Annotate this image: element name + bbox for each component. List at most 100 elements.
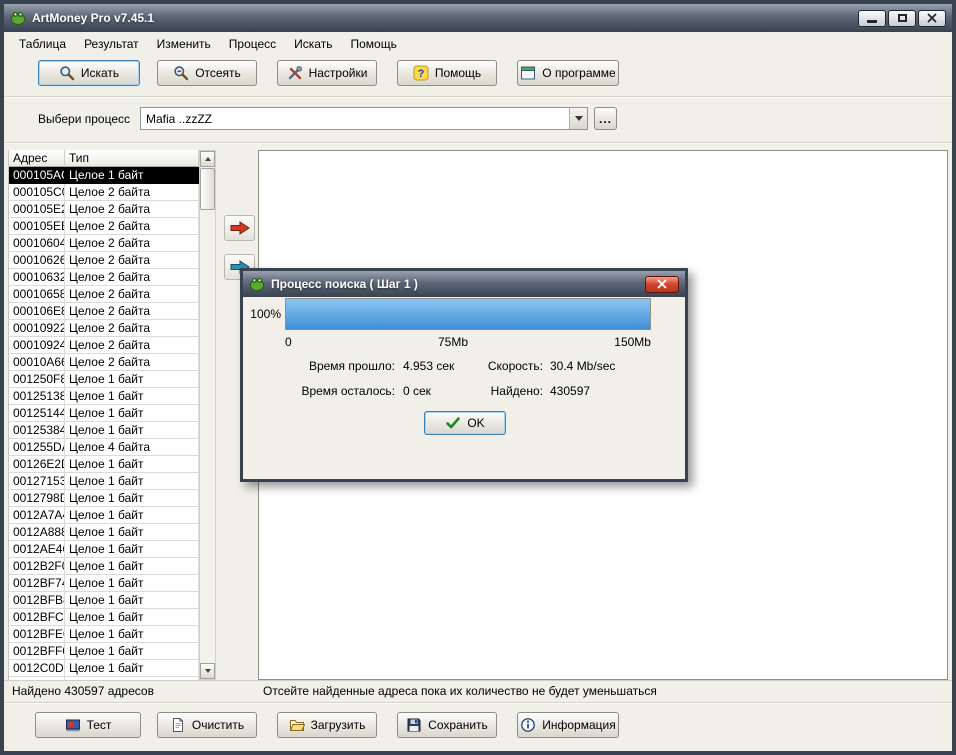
header-address[interactable]: Адрес — [9, 150, 65, 167]
table-row[interactable]: 00010626Целое 2 байта — [9, 252, 199, 269]
move-to-table-button[interactable] — [224, 215, 255, 241]
table-row[interactable]: 000105ACЦелое 1 байт — [9, 167, 199, 184]
speed-value: 30.4 Mb/sec — [550, 359, 615, 373]
row-type: Целое 1 байт — [65, 388, 199, 405]
process-browse-button[interactable]: ... — [594, 107, 617, 130]
load-button[interactable]: Загрузить — [277, 712, 377, 738]
scroll-up-button[interactable] — [200, 151, 215, 167]
help-button[interactable]: ? Помощь — [397, 60, 497, 86]
search-button[interactable]: Искать — [38, 60, 140, 86]
row-type: Целое 1 байт — [65, 490, 199, 507]
table-row[interactable]: 0012A888Целое 1 байт — [9, 524, 199, 541]
menu-result[interactable]: Результат — [75, 34, 148, 54]
table-row[interactable]: 001255DAЦелое 4 байта — [9, 439, 199, 456]
information-button-label: Информация — [542, 718, 615, 732]
row-type: Целое 2 байта — [65, 252, 199, 269]
row-address: 0012BF74 — [9, 575, 65, 592]
table-row[interactable]: 00126E2DЦелое 1 байт — [9, 456, 199, 473]
clear-icon — [170, 717, 186, 733]
table-row[interactable]: 00010604Целое 2 байта — [9, 235, 199, 252]
row-address: 000105E2 — [9, 201, 65, 218]
table-row[interactable]: 0012BFB8Целое 1 байт — [9, 592, 199, 609]
table-row[interactable]: 0012B2F0Целое 1 байт — [9, 558, 199, 575]
sift-icon — [173, 65, 189, 81]
row-type: Целое 2 байта — [65, 269, 199, 286]
header-type[interactable]: Тип — [65, 150, 199, 167]
process-combobox[interactable]: Mafia ..zzZZ — [140, 107, 588, 130]
row-type: Целое 1 байт — [65, 507, 199, 524]
triangle-up-icon — [205, 154, 211, 161]
table-row[interactable]: 000105EEЦелое 2 байта — [9, 218, 199, 235]
row-address: 0012BFCC — [9, 609, 65, 626]
row-type: Целое 1 байт — [65, 575, 199, 592]
table-row[interactable]: 00125144Целое 1 байт — [9, 405, 199, 422]
menu-process[interactable]: Процесс — [220, 34, 285, 54]
status-found: Найдено 430597 адресов — [12, 684, 154, 698]
row-address: 0012C0D8 — [9, 660, 65, 677]
menu-search[interactable]: Искать — [285, 34, 341, 54]
help-icon: ? — [413, 65, 429, 81]
load-icon — [289, 717, 305, 733]
table-row[interactable]: 0012BFCCЦелое 1 байт — [9, 609, 199, 626]
ok-button[interactable]: OK — [424, 411, 506, 435]
clear-button[interactable]: Очистить — [157, 712, 257, 738]
row-type: Целое 1 байт — [65, 558, 199, 575]
table-row[interactable]: 0012798DЦелое 1 байт — [9, 490, 199, 507]
progress-percent-label: 100% — [245, 307, 281, 321]
close-button[interactable] — [918, 10, 946, 27]
sift-button[interactable]: Отсеять — [157, 60, 257, 86]
row-address: 000106E8 — [9, 303, 65, 320]
about-button[interactable]: О программе — [517, 60, 619, 86]
maximize-button[interactable] — [888, 10, 916, 27]
progress-fill — [286, 299, 650, 329]
dialog-stats-row: Время осталось: 0 сек Найдено: 430597 — [243, 384, 685, 400]
process-combobox-value[interactable]: Mafia ..zzZZ — [141, 112, 569, 126]
scroll-down-button[interactable] — [200, 663, 215, 679]
information-button[interactable]: Информация — [517, 712, 619, 738]
test-button-label: Тест — [87, 718, 112, 732]
ok-button-label: OK — [467, 416, 484, 430]
table-row[interactable]: 0012C0D8Целое 1 байт — [9, 660, 199, 677]
list-header: Адрес Тип — [9, 150, 199, 167]
help-button-label: Помощь — [435, 66, 481, 80]
minimize-button[interactable] — [858, 10, 886, 27]
sift-button-label: Отсеять — [195, 66, 241, 80]
menu-help[interactable]: Помощь — [341, 34, 405, 54]
row-address: 00010604 — [9, 235, 65, 252]
row-address: 0012A888 — [9, 524, 65, 541]
table-row[interactable]: 00010A66Целое 2 байта — [9, 354, 199, 371]
save-button[interactable]: Сохранить — [397, 712, 497, 738]
menu-edit[interactable]: Изменить — [148, 34, 220, 54]
row-type: Целое 1 байт — [65, 626, 199, 643]
table-row[interactable]: 0012A7A4Целое 1 байт — [9, 507, 199, 524]
row-address: 0012AE4C — [9, 541, 65, 558]
table-row[interactable]: 00125384Целое 1 байт — [9, 422, 199, 439]
table-row[interactable]: 00010922Целое 2 байта — [9, 320, 199, 337]
row-address: 0012B2F0 — [9, 558, 65, 575]
table-row[interactable]: 000105C0Целое 2 байта — [9, 184, 199, 201]
settings-button[interactable]: Настройки — [277, 60, 377, 86]
table-row[interactable]: 0012BFE0Целое 1 байт — [9, 626, 199, 643]
row-type: Целое 1 байт — [65, 422, 199, 439]
table-row[interactable]: 00010658Целое 2 байта — [9, 286, 199, 303]
table-row[interactable]: 00125138Целое 1 байт — [9, 388, 199, 405]
table-row[interactable]: 0012BF74Целое 1 байт — [9, 575, 199, 592]
combobox-dropdown-button[interactable] — [569, 108, 587, 129]
about-icon — [520, 65, 536, 81]
chevron-down-icon — [575, 116, 583, 125]
menu-table[interactable]: Таблица — [10, 34, 75, 54]
table-row[interactable]: 000105E2Целое 2 байта — [9, 201, 199, 218]
table-row[interactable]: 0012AE4CЦелое 1 байт — [9, 541, 199, 558]
table-row[interactable]: 001250F8Целое 1 байт — [9, 371, 199, 388]
test-button[interactable]: Тест — [35, 712, 141, 738]
window-titlebar[interactable]: ArtMoney Pro v7.45.1 — [4, 4, 952, 32]
table-row[interactable]: 00010924Целое 2 байта — [9, 337, 199, 354]
table-row[interactable]: 000106E8Целое 2 байта — [9, 303, 199, 320]
table-row[interactable]: 0012BFF0Целое 1 байт — [9, 643, 199, 660]
row-address: 0012798D — [9, 490, 65, 507]
scrollbar-thumb[interactable] — [200, 168, 215, 210]
table-row[interactable]: 00127153Целое 1 байт — [9, 473, 199, 490]
row-type: Целое 2 байта — [65, 184, 199, 201]
scale-mid: 75Mb — [438, 335, 468, 349]
table-row[interactable]: 00010632Целое 2 байта — [9, 269, 199, 286]
